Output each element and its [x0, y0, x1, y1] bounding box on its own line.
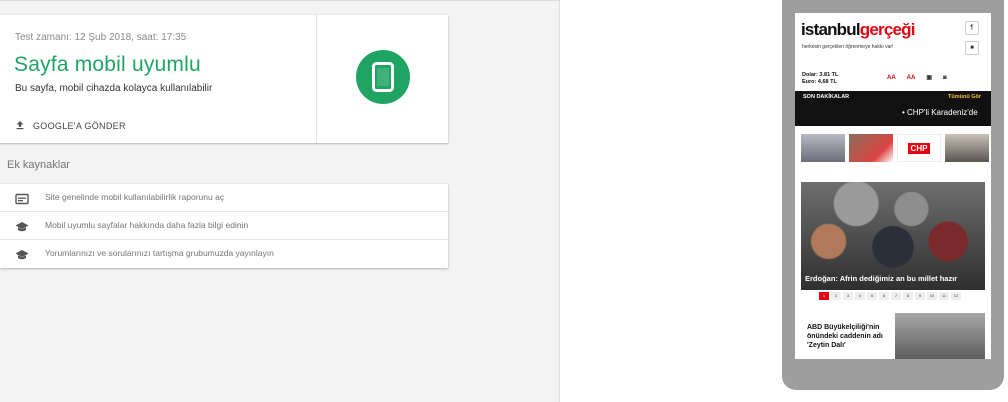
school-icon: [15, 248, 29, 260]
story-headline: ABD Büyükelçiliği'nin önündeki caddenin …: [807, 324, 883, 349]
camera-icon[interactable]: ◙: [943, 75, 947, 81]
pager-item[interactable]: 3: [843, 292, 853, 300]
mobile-friendly-icon: [356, 50, 410, 104]
card-divider: [316, 15, 317, 143]
thumb-item[interactable]: [849, 134, 893, 172]
result-description: Bu sayfa, mobil cihazda kolayca kullanıl…: [15, 83, 213, 94]
news-ticker[interactable]: • CHP'li Karadeniz'de: [902, 108, 978, 117]
thumb-item[interactable]: CHP: [897, 134, 941, 172]
story-card[interactable]: ABD Büyükelçiliği'nin önündeki caddenin …: [801, 313, 985, 359]
list-item-learn-more[interactable]: Mobil uyumlu sayfalar hakkında daha fazl…: [0, 212, 448, 240]
report-icon: [15, 192, 29, 205]
list-item-usability-report[interactable]: Site genelinde mobil kullanılabilirlik r…: [0, 184, 448, 212]
pager-item[interactable]: 1: [819, 292, 829, 300]
hero-caption: Erdoğan: Afrin dediğimiz an bu millet ha…: [805, 274, 958, 283]
panel-divider: [559, 0, 560, 402]
toolbar-icons: AA AA ▣ ◙: [887, 74, 947, 82]
font-size-icon[interactable]: AA: [887, 75, 896, 81]
thumb-item[interactable]: [945, 134, 989, 172]
pager-item[interactable]: 9: [915, 292, 925, 300]
submit-to-google-button[interactable]: GOOGLE'A GÖNDER: [15, 117, 126, 135]
pager-item[interactable]: 6: [879, 292, 889, 300]
resources-list: Site genelinde mobil kullanılabilirlik r…: [0, 184, 448, 268]
pager-item[interactable]: 2: [831, 292, 841, 300]
pager-item[interactable]: 7: [891, 292, 901, 300]
pager-item[interactable]: 12: [951, 292, 961, 300]
breaking-label: SON DAKİKALAR: [803, 94, 850, 100]
result-card: Test zamanı: 12 Şub 2018, saat: 17:35 Sa…: [0, 15, 448, 143]
result-title: Sayfa mobil uyumlu: [14, 53, 201, 76]
phone-frame: istanbulgerçeği herkesin gerçekleri öğre…: [782, 0, 1004, 390]
menu-icon[interactable]: ¶: [965, 21, 979, 35]
pager-item[interactable]: 8: [903, 292, 913, 300]
list-item-discussion-group[interactable]: Yorumlarınızı ve sorularınızı tartışma g…: [0, 240, 448, 268]
breaking-news-bar: SON DAKİKALAR Tümünü Gör • CHP'li Karade…: [795, 91, 991, 126]
test-time: Test zamanı: 12 Şub 2018, saat: 17:35: [15, 32, 187, 43]
image-icon[interactable]: ▣: [926, 74, 932, 81]
slider-pager: 1 2 3 4 5 6 7 8 9 10 11 12: [819, 292, 961, 300]
phone-screen[interactable]: istanbulgerçeği herkesin gerçekleri öğre…: [795, 13, 991, 359]
pager-item[interactable]: 5: [867, 292, 877, 300]
font-small-icon[interactable]: AA: [907, 75, 916, 81]
thumb-item[interactable]: [801, 134, 845, 172]
school-icon: [15, 220, 29, 232]
upload-icon: [15, 117, 25, 135]
currency-rates: Dolar: 3.81 TL Euro: 4,68 TL: [802, 72, 839, 85]
list-item-label: Site genelinde mobil kullanılabilirlik r…: [45, 192, 225, 202]
site-logo: istanbulgerçeği: [801, 20, 915, 39]
pager-item[interactable]: 4: [855, 292, 865, 300]
pager-item[interactable]: 11: [939, 292, 949, 300]
submit-label: GOOGLE'A GÖNDER: [33, 121, 126, 131]
news-thumbnails: CHP: [801, 134, 989, 172]
pager-item[interactable]: 10: [927, 292, 937, 300]
search-icon[interactable]: ■: [965, 41, 979, 55]
story-image: [895, 313, 985, 359]
hero-slider[interactable]: Erdoğan: Afrin dediğimiz an bu millet ha…: [801, 182, 985, 290]
list-item-label: Mobil uyumlu sayfalar hakkında daha fazl…: [45, 220, 249, 230]
site-slogan: herkesin gerçekleri öğrenmeye hakkı var!: [802, 44, 894, 50]
see-all-link[interactable]: Tümünü Gör: [948, 94, 981, 100]
resources-title: Ek kaynaklar: [7, 159, 70, 171]
list-item-label: Yorumlarınızı ve sorularınızı tartışma g…: [45, 248, 274, 258]
